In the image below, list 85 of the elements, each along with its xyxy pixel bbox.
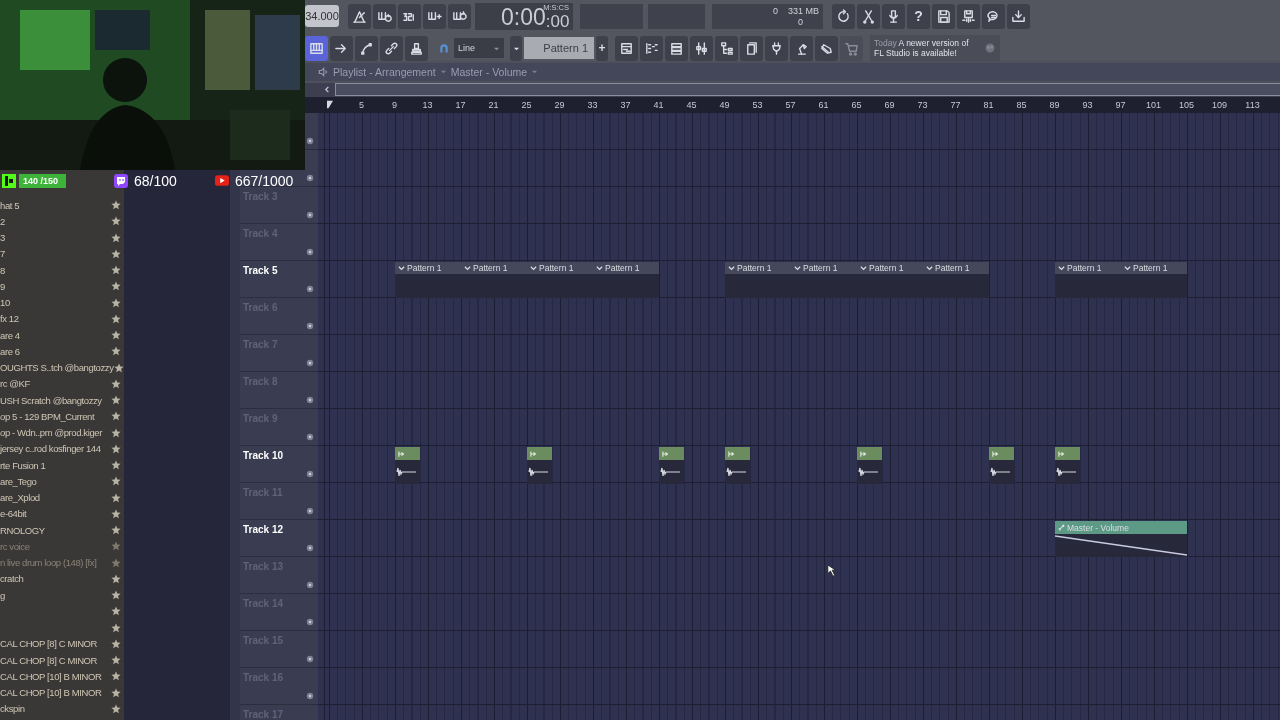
bar-number: 85	[1015, 100, 1028, 111]
browser-item[interactable]: are_Tego	[0, 475, 111, 487]
update-notice: Today A newer version of FL Studio is available!	[874, 38, 970, 58]
pattern-selector[interactable]: Pattern 1	[524, 37, 594, 59]
bar-number: 21	[487, 100, 500, 111]
bar-number: 113	[1244, 100, 1261, 111]
pattern-clip[interactable]: Pattern 1	[725, 262, 791, 298]
pattern-clip[interactable]: Pattern 1	[1055, 262, 1121, 298]
browser-item[interactable]: fx 12	[0, 313, 111, 325]
browser-item[interactable]: op 5 - 129 BPM_Current	[0, 410, 111, 422]
bar-number: 109	[1211, 100, 1228, 111]
browser-item[interactable]: cratch	[0, 573, 111, 585]
browser-item[interactable]: hat 5	[0, 199, 111, 211]
track-name: Track 12	[243, 524, 284, 535]
browser-item[interactable]: 10	[0, 297, 111, 309]
pattern-clip[interactable]: Pattern 1	[857, 262, 923, 298]
browser-item[interactable]: USH Scratch @bangtozzy	[0, 394, 111, 406]
browser-item[interactable]: 9	[0, 280, 111, 292]
bar-number: 49	[718, 100, 731, 111]
bar-number: 25	[520, 100, 533, 111]
pattern-clip[interactable]: Pattern 1	[461, 262, 527, 298]
playlist-grid[interactable]: Pattern 1 Pattern 1 Pattern 1 Pattern 1 Pattern 1 Pattern 1 Pattern 1 Pattern 1 Pattern 1 Pattern 1 Master - Volume	[318, 113, 1280, 720]
bar-number: 77	[949, 100, 962, 111]
pattern-clip[interactable]: Pattern 1	[593, 262, 659, 298]
browser-item[interactable]: 8	[0, 264, 111, 276]
browser-item[interactable]: are_Xplod	[0, 492, 111, 504]
pattern-clip[interactable]: Pattern 1	[1121, 262, 1187, 298]
track-name: Track 10	[243, 450, 284, 461]
bar-number: 65	[850, 100, 863, 111]
bar-number: 5	[358, 100, 365, 111]
twitch-goal: 68/100	[134, 172, 178, 189]
snap-dropdown[interactable]: Line	[454, 38, 504, 58]
playlist-target: Master - Volume	[450, 65, 528, 78]
bar-number: 105	[1178, 100, 1195, 111]
browser-item[interactable]: jersey c..rod kosfinger 144	[0, 443, 111, 455]
browser-item[interactable]: op - Wdn..pm @prod.kiger	[0, 427, 111, 439]
cpu-value: 0	[773, 5, 778, 16]
bar-number: 17	[454, 100, 467, 111]
add-pattern-button[interactable]: +	[596, 35, 608, 61]
bar-number: 61	[817, 100, 830, 111]
bar-number: 41	[652, 100, 665, 111]
browser-item[interactable]: are 6	[0, 345, 111, 357]
timeline-ruler[interactable]: 5 9 13 17 21 25 29 33 37 41 45 49 53 57 61 65 69 73 77 81 85 89 93 97 101 105 109 113	[305, 97, 1280, 113]
track-name: Track 5	[243, 265, 278, 276]
browser-item[interactable]: CAL CHOP [10] B MINOR	[0, 687, 111, 699]
pattern-clip[interactable]: Pattern 1	[923, 262, 989, 298]
playlist-title: Playlist - Arrangement	[333, 65, 436, 78]
pattern-clip[interactable]: Pattern 1	[527, 262, 593, 298]
youtube-goal: 667/1000	[235, 172, 294, 189]
pattern-clip[interactable]: Pattern 1	[791, 262, 857, 298]
browser-item[interactable]: CAL CHOP [8] C MINOR	[0, 654, 111, 666]
bar-number: 81	[982, 100, 995, 111]
tempo-field[interactable]: 34.000	[305, 5, 339, 27]
memory-value: 331 MB	[787, 5, 819, 16]
bar-number: 89	[1048, 100, 1061, 111]
bar-number: 69	[883, 100, 896, 111]
bar-number: 101	[1145, 100, 1162, 111]
time-fraction: :00	[545, 13, 570, 30]
bar-number: 9	[391, 100, 398, 111]
bar-number: 45	[685, 100, 698, 111]
bar-number: 53	[751, 100, 764, 111]
browser-item[interactable]: CAL CHOP [10] B MINOR	[0, 670, 111, 682]
bar-number: 97	[1114, 100, 1127, 111]
browser-item[interactable]: 2	[0, 215, 111, 227]
browser-item[interactable]: OUGHTS S..tch @bangtozzy	[0, 362, 114, 374]
bar-number: 57	[784, 100, 797, 111]
browser-item[interactable]: are 4	[0, 329, 111, 341]
browser-item[interactable]: ckspin	[0, 703, 111, 715]
bar-number: 37	[619, 100, 632, 111]
browser-item[interactable]: 3	[0, 232, 111, 244]
browser-item[interactable]: 7	[0, 248, 111, 260]
browser-item[interactable]: e-64bit	[0, 508, 111, 520]
browser-item[interactable]: CAL CHOP [8] C MINOR	[0, 638, 111, 650]
help-button[interactable]: ?	[907, 3, 930, 29]
bar-number: 33	[586, 100, 599, 111]
bar-number: 29	[553, 100, 566, 111]
browser-item[interactable]: rte Fusion 1	[0, 459, 111, 471]
polyphony-value: 0	[798, 16, 803, 27]
bar-number: 93	[1081, 100, 1094, 111]
bar-number: 73	[916, 100, 929, 111]
browser-item[interactable]: g	[0, 589, 111, 601]
bar-number: 13	[421, 100, 434, 111]
browser-item[interactable]: RNOLOGY	[0, 524, 111, 536]
pattern-clip[interactable]: Pattern 1	[395, 262, 461, 298]
browser-item[interactable]: rc @KF	[0, 378, 111, 390]
